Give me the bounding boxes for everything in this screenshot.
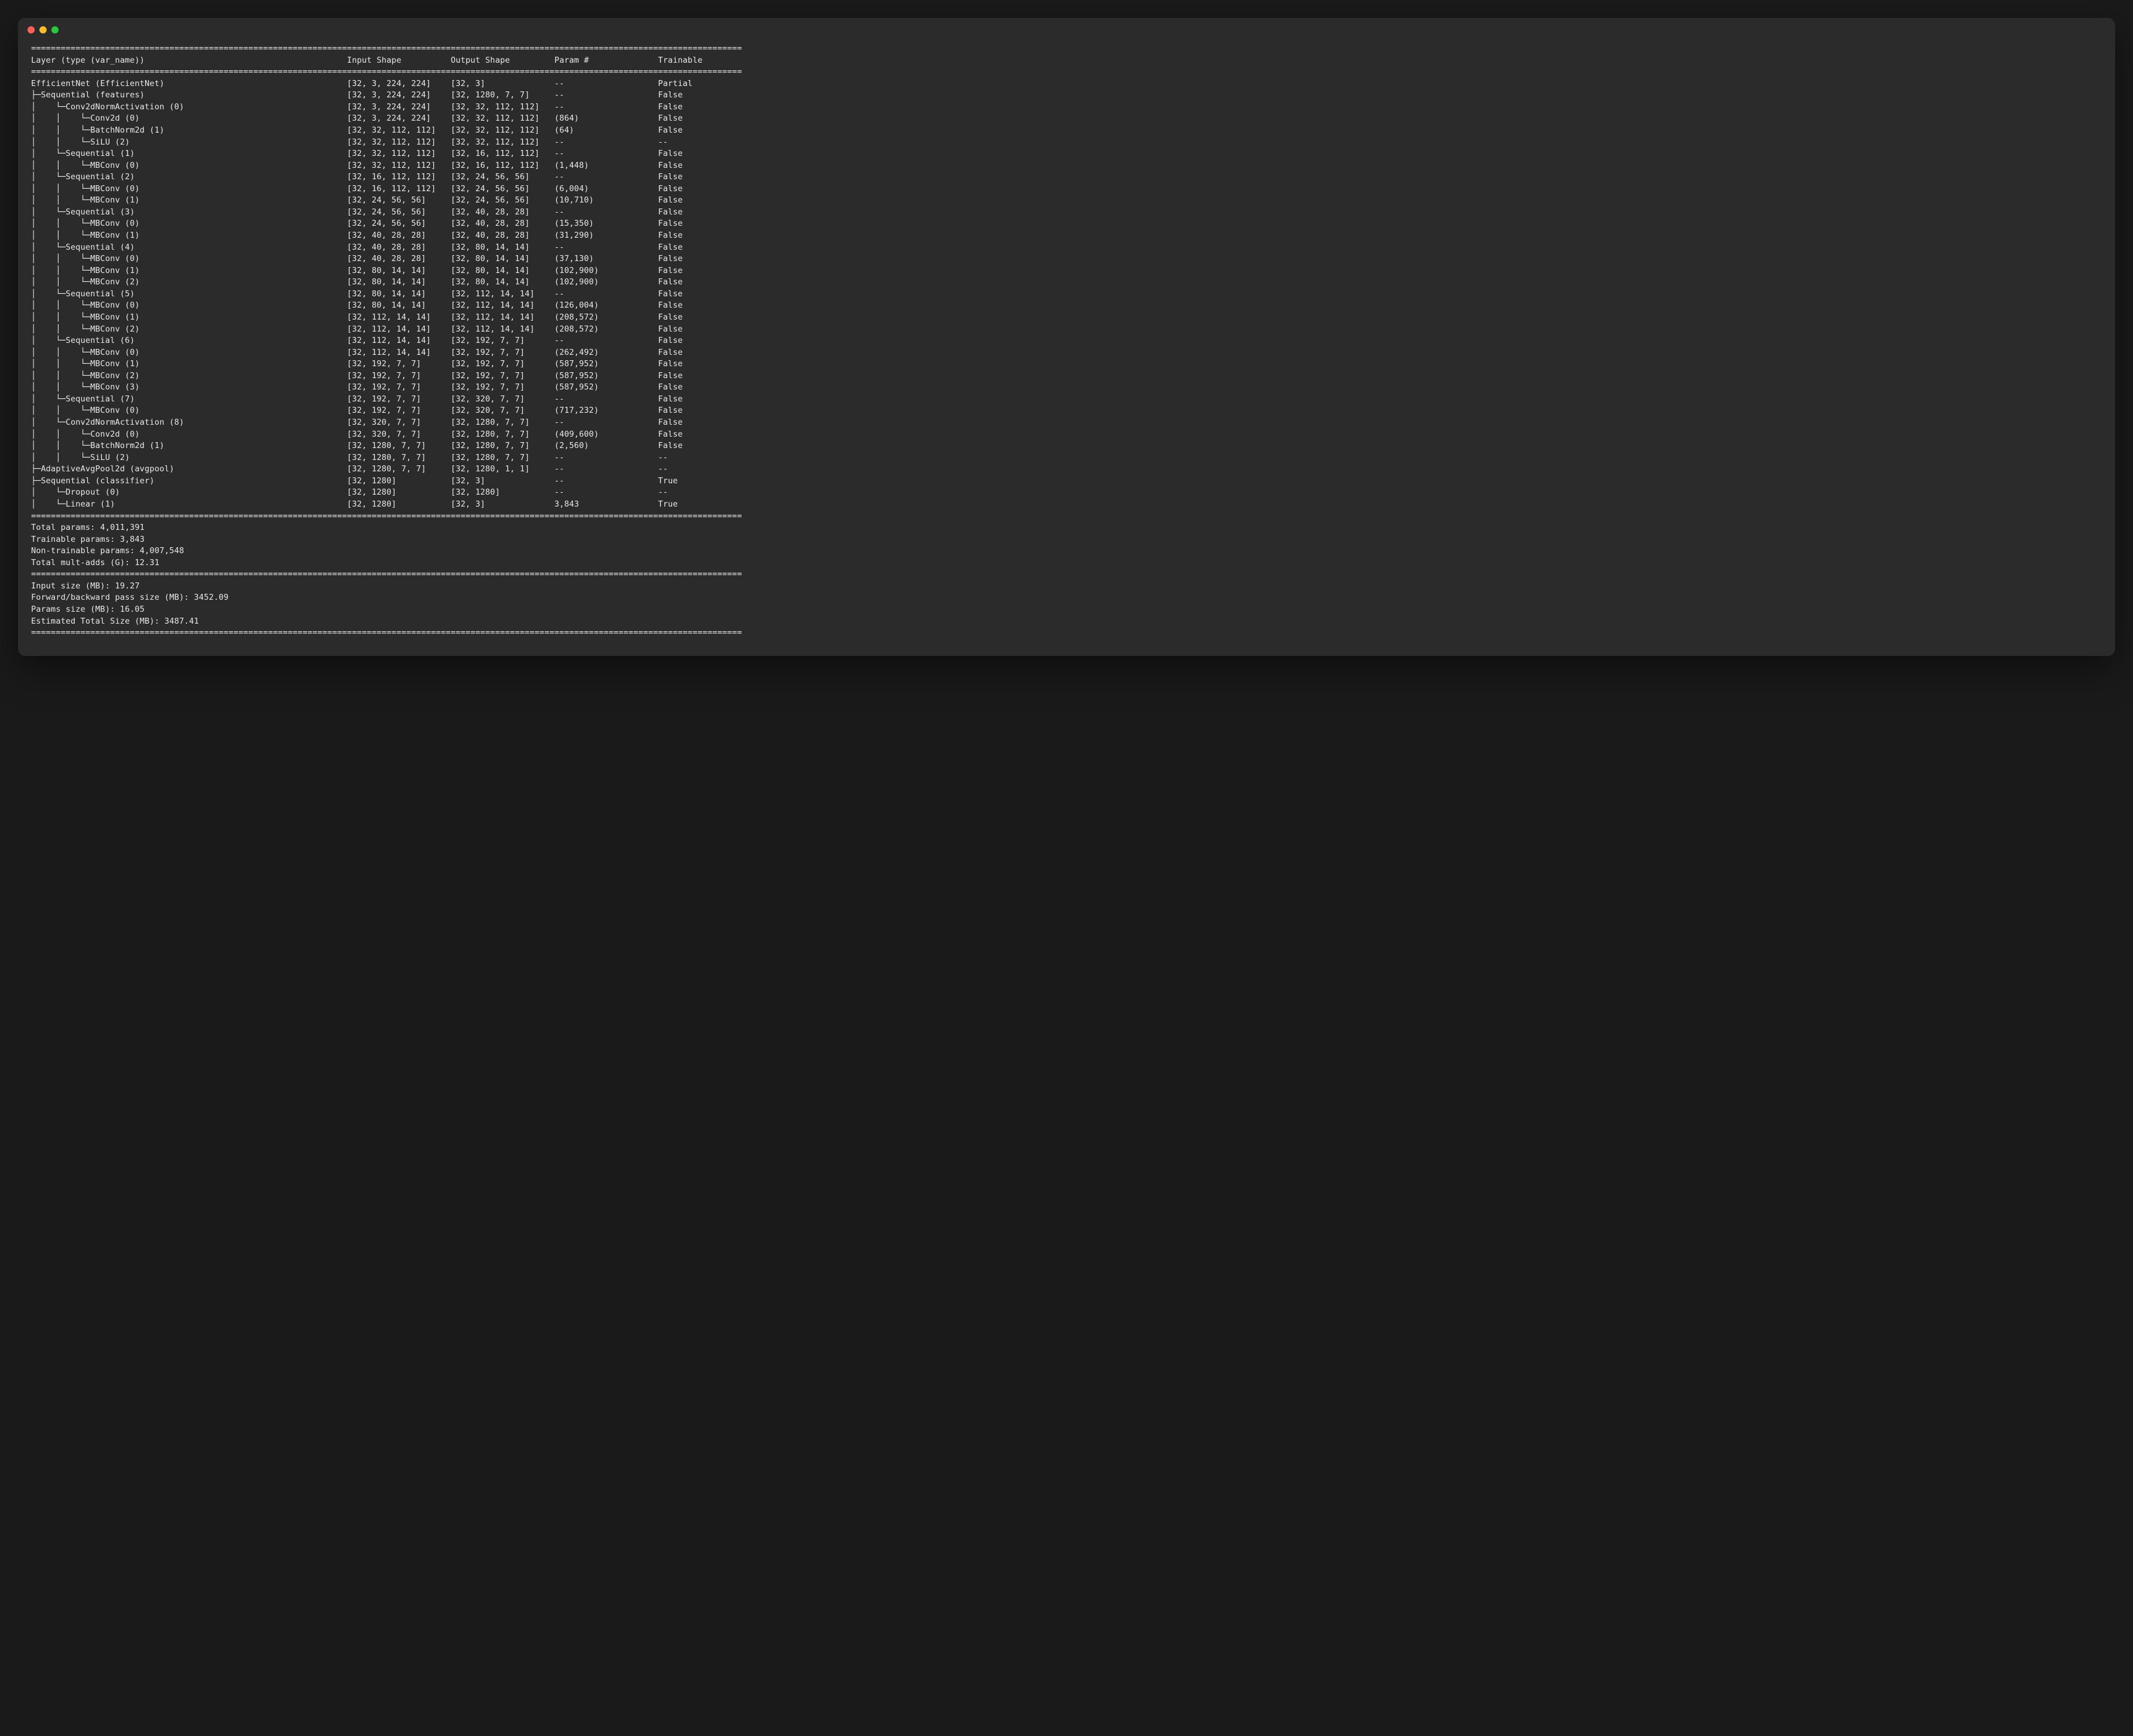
table-row: ├─Sequential (features) [32, 3, 224, 224… <box>31 90 2102 102</box>
table-row: │ └─Linear (1) [32, 1280] [32, 3] 3,843 … <box>31 499 2102 511</box>
table-row: ├─Sequential (classifier) [32, 1280] [32… <box>31 476 2102 487</box>
table-row: │ │ └─MBConv (0) [32, 112, 14, 14] [32, … <box>31 347 2102 359</box>
table-row: │ │ └─MBConv (1) [32, 40, 28, 28] [32, 4… <box>31 230 2102 242</box>
table-row: │ └─Dropout (0) [32, 1280] [32, 1280] --… <box>31 487 2102 499</box>
summary-line: Trainable params: 3,843 <box>31 534 2102 546</box>
table-row: │ │ └─MBConv (1) [32, 24, 56, 56] [32, 2… <box>31 195 2102 207</box>
summary-line: Forward/backward pass size (MB): 3452.09 <box>31 592 2102 604</box>
table-row: EfficientNet (EfficientNet) [32, 3, 224,… <box>31 78 2102 90</box>
table-row: │ │ └─BatchNorm2d (1) [32, 32, 112, 112]… <box>31 125 2102 137</box>
summary-line: Params size (MB): 16.05 <box>31 604 2102 616</box>
table-row: │ │ └─MBConv (3) [32, 192, 7, 7] [32, 19… <box>31 382 2102 394</box>
summary-line: Non-trainable params: 4,007,548 <box>31 545 2102 557</box>
table-row: │ │ └─SiLU (2) [32, 1280, 7, 7] [32, 128… <box>31 452 2102 464</box>
table-row: │ │ └─MBConv (2) [32, 112, 14, 14] [32, … <box>31 324 2102 336</box>
summary-line: Estimated Total Size (MB): 3487.41 <box>31 616 2102 628</box>
table-row: │ │ └─MBConv (0) [32, 192, 7, 7] [32, 32… <box>31 405 2102 417</box>
table-row: │ │ └─MBConv (0) [32, 80, 14, 14] [32, 1… <box>31 300 2102 312</box>
table-row: │ └─Sequential (4) [32, 40, 28, 28] [32,… <box>31 242 2102 254</box>
table-row: │ │ └─MBConv (0) [32, 32, 112, 112] [32,… <box>31 160 2102 172</box>
close-icon[interactable] <box>27 26 35 33</box>
table-row: │ │ └─BatchNorm2d (1) [32, 1280, 7, 7] [… <box>31 440 2102 452</box>
table-row: │ │ └─SiLU (2) [32, 32, 112, 112] [32, 3… <box>31 137 2102 149</box>
table-row: │ │ └─MBConv (1) [32, 80, 14, 14] [32, 8… <box>31 265 2102 277</box>
table-row: │ │ └─MBConv (1) [32, 112, 14, 14] [32, … <box>31 312 2102 324</box>
table-row: │ │ └─MBConv (0) [32, 16, 112, 112] [32,… <box>31 183 2102 195</box>
header-row: Layer (type (var_name)) Input Shape Outp… <box>31 55 2102 67</box>
table-row: │ │ └─MBConv (2) [32, 192, 7, 7] [32, 19… <box>31 370 2102 382</box>
divider-line: ========================================… <box>31 511 2102 523</box>
table-row: │ └─Sequential (7) [32, 192, 7, 7] [32, … <box>31 394 2102 406</box>
divider-line: ========================================… <box>31 43 2102 55</box>
table-row: │ └─Sequential (3) [32, 24, 56, 56] [32,… <box>31 207 2102 219</box>
table-row: │ └─Sequential (5) [32, 80, 14, 14] [32,… <box>31 289 2102 300</box>
terminal-output: ========================================… <box>18 38 2115 656</box>
table-row: │ │ └─MBConv (0) [32, 40, 28, 28] [32, 8… <box>31 253 2102 265</box>
table-row: │ └─Conv2dNormActivation (8) [32, 320, 7… <box>31 417 2102 429</box>
table-row: │ │ └─MBConv (1) [32, 192, 7, 7] [32, 19… <box>31 358 2102 370</box>
terminal-window: ========================================… <box>18 18 2115 656</box>
minimize-icon[interactable] <box>39 26 47 33</box>
divider-line: ========================================… <box>31 569 2102 581</box>
divider-line: ========================================… <box>31 66 2102 78</box>
divider-line: ========================================… <box>31 627 2102 639</box>
table-row: │ │ └─Conv2d (0) [32, 320, 7, 7] [32, 12… <box>31 429 2102 441</box>
table-row: │ │ └─MBConv (0) [32, 24, 56, 56] [32, 4… <box>31 218 2102 230</box>
summary-line: Total params: 4,011,391 <box>31 522 2102 534</box>
table-row: │ └─Sequential (2) [32, 16, 112, 112] [3… <box>31 171 2102 183</box>
titlebar <box>18 18 2115 38</box>
table-row: │ │ └─MBConv (2) [32, 80, 14, 14] [32, 8… <box>31 277 2102 289</box>
summary-line: Input size (MB): 19.27 <box>31 581 2102 593</box>
table-row: ├─AdaptiveAvgPool2d (avgpool) [32, 1280,… <box>31 464 2102 476</box>
table-row: │ └─Conv2dNormActivation (0) [32, 3, 224… <box>31 102 2102 114</box>
table-row: │ └─Sequential (6) [32, 112, 14, 14] [32… <box>31 335 2102 347</box>
table-row: │ └─Sequential (1) [32, 32, 112, 112] [3… <box>31 148 2102 160</box>
table-row: │ │ └─Conv2d (0) [32, 3, 224, 224] [32, … <box>31 113 2102 125</box>
zoom-icon[interactable] <box>51 26 59 33</box>
summary-line: Total mult-adds (G): 12.31 <box>31 557 2102 569</box>
